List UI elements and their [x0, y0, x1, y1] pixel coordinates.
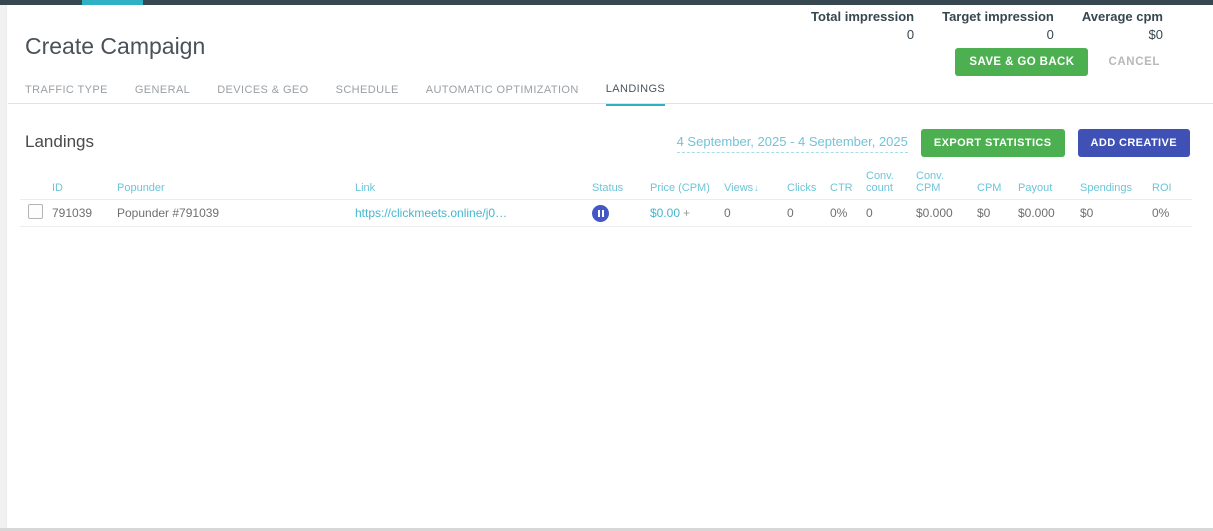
column-header-roi: ROI: [1152, 182, 1192, 202]
metric-average-cpm: Average cpm $0: [1082, 9, 1163, 42]
cell-link: https://clickmeets.online/j0…: [355, 206, 592, 220]
cell-clicks: 0: [787, 206, 830, 220]
cell-popunder: Popunder #791039: [117, 206, 355, 220]
page-title: Create Campaign: [25, 33, 205, 60]
column-header-popunder: Popunder: [117, 182, 355, 202]
top-progress-accent: [82, 0, 143, 5]
cell-payout: $0.000: [1018, 206, 1080, 220]
metric-value: 0: [811, 27, 914, 42]
metric-label: Total impression: [811, 9, 914, 24]
column-header-link: Link: [355, 182, 592, 202]
add-creative-button[interactable]: ADD CREATIVE: [1078, 129, 1191, 157]
cell-conv-cpm: $0.000: [916, 206, 977, 220]
top-progress-bar: [0, 0, 1213, 5]
landings-heading: Landings: [25, 132, 94, 152]
table-row: 791039 Popunder #791039 https://clickmee…: [20, 200, 1192, 227]
table-header-row: ID Popunder Link Status Price (CPM) View…: [20, 170, 1192, 200]
cell-ctr: 0%: [830, 206, 866, 220]
column-header-ctr: CTR: [830, 182, 866, 202]
column-header-views-label: Views: [724, 182, 753, 194]
landing-link[interactable]: https://clickmeets.online/j0…: [355, 206, 507, 220]
metric-value: $0: [1082, 27, 1163, 42]
column-header-status: Status: [592, 182, 650, 202]
cancel-button[interactable]: CANCEL: [1108, 56, 1160, 68]
landings-table: ID Popunder Link Status Price (CPM) View…: [20, 170, 1192, 227]
metric-label: Target impression: [942, 9, 1054, 24]
cell-spendings: $0: [1080, 206, 1152, 220]
cell-conv-count: 0: [866, 206, 916, 220]
left-edge-strip: [0, 5, 7, 528]
export-statistics-button[interactable]: EXPORT STATISTICS: [921, 129, 1065, 157]
column-header-cpm: CPM: [977, 182, 1018, 202]
column-header-id: ID: [52, 182, 117, 202]
column-header-price-cpm: Price (CPM): [650, 182, 724, 202]
column-header-clicks: Clicks: [787, 182, 830, 202]
cell-checkbox: [20, 204, 52, 222]
column-header-payout: Payout: [1018, 182, 1080, 202]
status-paused-icon[interactable]: [592, 205, 609, 222]
edit-price-button[interactable]: +: [683, 206, 690, 220]
metric-label: Average cpm: [1082, 9, 1163, 24]
create-campaign-page: Create Campaign Total impression 0 Targe…: [0, 0, 1213, 531]
price-value: $0.00: [650, 206, 680, 220]
cell-price: $0.00+: [650, 206, 724, 220]
cell-id: 791039: [52, 206, 117, 220]
sort-desc-icon: ↓: [754, 182, 759, 194]
column-header-views[interactable]: Views ↓: [724, 182, 787, 202]
column-header-conv-cpm: Conv. CPM: [916, 170, 977, 202]
tabs-divider: [8, 103, 1213, 104]
date-range-picker[interactable]: 4 September, 2025 - 4 September, 2025: [677, 134, 908, 153]
header-actions: SAVE & GO BACK CANCEL: [955, 48, 1160, 76]
metric-total-impression: Total impression 0: [811, 9, 914, 42]
header-checkbox-spacer: [20, 194, 52, 202]
column-header-spendings: Spendings: [1080, 182, 1152, 202]
cell-views: 0: [724, 206, 787, 220]
save-go-back-button[interactable]: SAVE & GO BACK: [955, 48, 1088, 76]
cell-cpm: $0: [977, 206, 1018, 220]
cell-status: [592, 205, 650, 222]
row-checkbox[interactable]: [28, 204, 43, 219]
campaign-metrics: Total impression 0 Target impression 0 A…: [811, 9, 1163, 42]
metric-target-impression: Target impression 0: [942, 9, 1054, 42]
column-header-conv-count: Conv. count: [866, 170, 916, 202]
landings-controls: 4 September, 2025 - 4 September, 2025 EX…: [677, 129, 1190, 157]
cell-roi: 0%: [1152, 206, 1192, 220]
metric-value: 0: [942, 27, 1054, 42]
